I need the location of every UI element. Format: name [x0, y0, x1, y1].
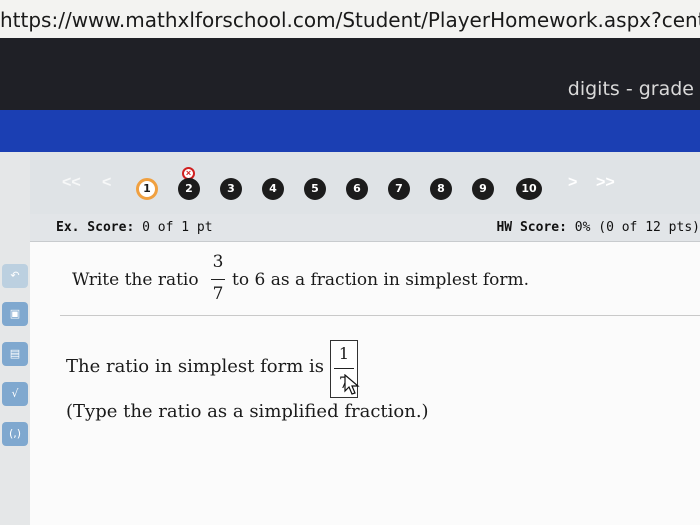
- question-8-button[interactable]: 8: [430, 178, 452, 200]
- next-question-button[interactable]: >: [568, 174, 577, 192]
- homework-player: << < 1 × 2 3 4 5 6 7 8 9 10 > >> Ex. Sco…: [30, 152, 700, 525]
- answer-instruction: (Type the ratio as a simplified fraction…: [66, 401, 429, 422]
- course-title: digits - grade: [567, 78, 694, 100]
- question-text: Write the ratio 3 7 to 6 as a fraction i…: [72, 252, 632, 312]
- fraction-template-icon[interactable]: ▣: [2, 302, 28, 326]
- ordered-pair-icon[interactable]: (,): [2, 422, 28, 446]
- exercise-score-label: Ex. Score:: [56, 220, 135, 235]
- site-header: digits - grade: [0, 38, 700, 110]
- address-bar[interactable]: https://www.mathxlforschool.com/Student/…: [0, 0, 700, 38]
- mixed-number-icon[interactable]: ▤: [2, 342, 28, 366]
- score-bar: Ex. Score: 0 of 1 pt HW Score: 0% (0 of …: [30, 214, 700, 242]
- previous-question-button[interactable]: <: [102, 174, 111, 192]
- url-text: https://www.mathxlforschool.com/Student/…: [0, 8, 700, 32]
- exercise-score-value: 0 of 1 pt: [142, 220, 213, 235]
- question-denominator: 7: [212, 284, 224, 304]
- question-prefix: Write the ratio: [72, 270, 199, 290]
- question-3-button[interactable]: 3: [220, 178, 242, 200]
- question-6-button[interactable]: 6: [346, 178, 368, 200]
- answer-numerator[interactable]: 1: [331, 344, 357, 363]
- question-1-button[interactable]: 1: [136, 178, 158, 200]
- question-5-button[interactable]: 5: [304, 178, 326, 200]
- exercise-score: Ex. Score: 0 of 1 pt: [56, 220, 213, 235]
- question-numerator: 3: [212, 252, 224, 272]
- undo-icon[interactable]: ↶: [2, 264, 28, 288]
- question-suffix: to 6 as a fraction in simplest form.: [232, 270, 530, 290]
- answer-prefix: The ratio in simplest form is: [66, 356, 325, 377]
- homework-score: HW Score: 0% (0 of 12 pts): [496, 220, 700, 235]
- question-7-button[interactable]: 7: [388, 178, 410, 200]
- question-10-button[interactable]: 10: [516, 178, 542, 200]
- answer-line: The ratio in simplest form is 1 7: [66, 340, 466, 400]
- question-navigator: << < 1 × 2 3 4 5 6 7 8 9 10 > >>: [30, 152, 700, 214]
- section-divider: [60, 315, 700, 316]
- homework-score-value: 0% (0 of 12 pts): [574, 220, 700, 235]
- question-9-button[interactable]: 9: [472, 178, 494, 200]
- first-question-button[interactable]: <<: [62, 174, 81, 192]
- square-root-icon[interactable]: √: [2, 382, 28, 406]
- homework-score-label: HW Score:: [496, 220, 567, 235]
- fraction-bar: [211, 279, 225, 280]
- last-question-button[interactable]: >>: [596, 174, 615, 192]
- mouse-pointer-icon: [344, 374, 360, 395]
- blue-banner: [0, 110, 700, 152]
- question-4-button[interactable]: 4: [262, 178, 284, 200]
- answer-fraction-bar: [334, 368, 354, 369]
- question-2-button[interactable]: 2: [178, 178, 200, 200]
- math-palette: ↶ ▣ ▤ √ (,): [0, 152, 30, 525]
